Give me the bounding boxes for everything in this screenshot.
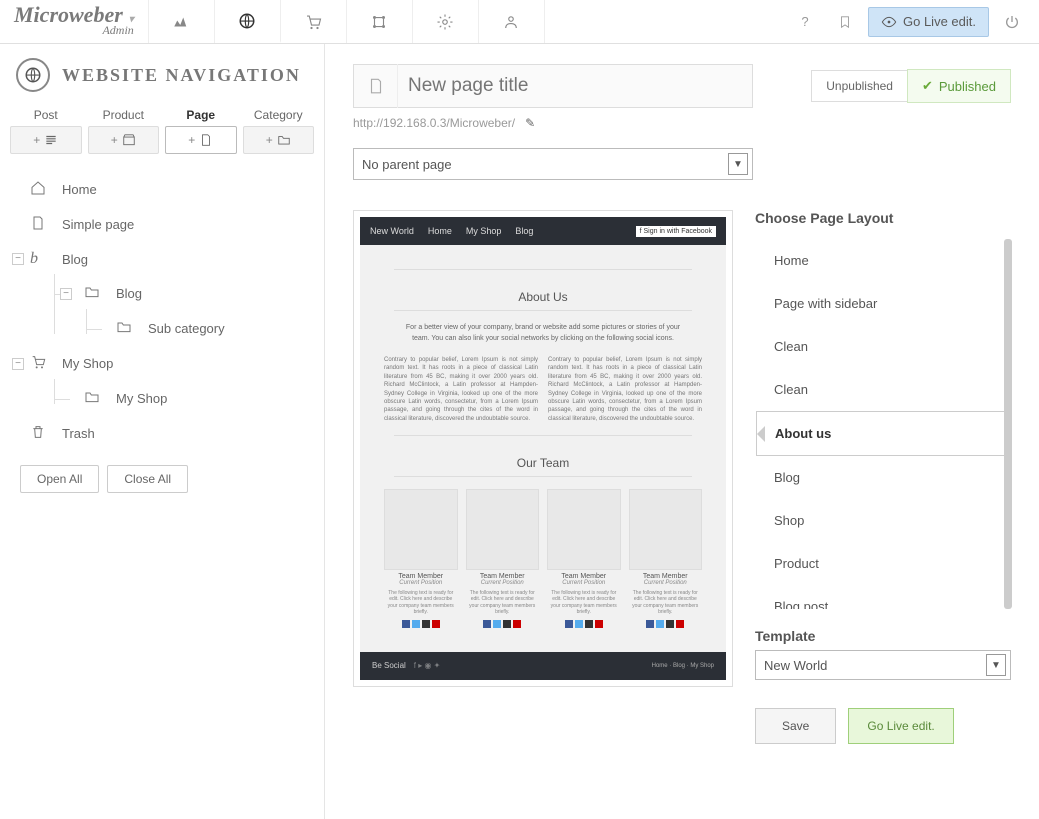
nav-shop[interactable] — [281, 0, 347, 43]
sidebar-title: WEBSITE NAVIGATION — [62, 65, 301, 86]
create-page[interactable]: Page+ — [165, 108, 237, 154]
brand-sub: Admin — [14, 23, 134, 38]
collapse-icon[interactable]: − — [12, 253, 24, 265]
logo[interactable]: Microweber▾ Admin — [0, 0, 149, 43]
preview-header: New World Home My Shop Blog f Sign in wi… — [360, 217, 726, 245]
tree-blog-sub[interactable]: −Blog — [44, 276, 324, 311]
layout-preview: New World Home My Shop Blog f Sign in wi… — [353, 210, 733, 687]
action-row: Save Go Live edit. — [755, 708, 1011, 744]
unpublished-button[interactable]: Unpublished — [811, 70, 908, 102]
template-label: Template — [755, 628, 1011, 644]
create-product[interactable]: Product+ — [88, 108, 160, 154]
check-icon: ✔ — [922, 78, 933, 94]
layout-item[interactable]: Clean — [756, 325, 1010, 368]
create-post[interactable]: Post+ — [10, 108, 82, 154]
preview-footer: Be Social f ▸ ◉ ✦ Home · Blog · My Shop — [360, 652, 726, 680]
collapse-icon[interactable]: − — [60, 288, 72, 300]
title-bar: Unpublished ✔Published — [353, 64, 1011, 108]
scrollbar[interactable] — [1004, 239, 1012, 609]
tree-buttons: Open All Close All — [0, 451, 324, 507]
eye-icon — [881, 14, 897, 30]
globe-icon — [16, 58, 50, 92]
tree-blog[interactable]: −bBlog — [0, 242, 324, 276]
nav-users[interactable] — [479, 0, 545, 43]
save-button[interactable]: Save — [755, 708, 836, 744]
tree-trash[interactable]: Trash — [0, 416, 324, 451]
url-row: http://192.168.0.3/Microweber/ ✎ — [353, 116, 1011, 130]
help-icon[interactable]: ? — [788, 5, 822, 39]
layout-list: HomePage with sidebarCleanCleanAbout usB… — [755, 238, 1011, 610]
template-select[interactable]: New World ▼ — [755, 650, 1011, 680]
tree-myshop[interactable]: −My Shop — [0, 346, 324, 381]
nav-modules[interactable] — [347, 0, 413, 43]
create-category[interactable]: Category+ — [243, 108, 315, 154]
layout-item[interactable]: About us — [756, 411, 1010, 456]
page-icon — [30, 215, 48, 234]
folder-icon — [84, 389, 102, 408]
home-icon — [30, 180, 48, 199]
edit-url-icon[interactable]: ✎ — [525, 116, 535, 130]
folder-icon — [116, 319, 134, 338]
nav-website[interactable] — [215, 0, 281, 43]
tree-subcategory[interactable]: Sub category — [76, 311, 324, 346]
layout-item[interactable]: Product — [756, 542, 1010, 585]
folder-icon — [84, 284, 102, 303]
published-button[interactable]: ✔Published — [907, 69, 1011, 103]
nav-settings[interactable] — [413, 0, 479, 43]
layout-item[interactable]: Shop — [756, 499, 1010, 542]
publish-group: Unpublished ✔Published — [811, 69, 1011, 103]
template-value: New World — [764, 658, 827, 673]
page-icon — [354, 64, 398, 108]
collapse-icon[interactable]: − — [12, 358, 24, 370]
trash-icon — [30, 424, 48, 443]
nav-tree: Home Simple page −bBlog −Blog Sub catego… — [0, 166, 324, 451]
chevron-down-icon: ▼ — [728, 153, 748, 175]
parent-value: No parent page — [362, 157, 452, 172]
page-title-input-wrap — [353, 64, 753, 108]
go-live-label: Go Live edit. — [903, 14, 976, 29]
cart-icon — [30, 354, 48, 373]
layout-item[interactable]: Clean — [756, 368, 1010, 411]
nav-dashboard[interactable] — [149, 0, 215, 43]
open-all-button[interactable]: Open All — [20, 465, 99, 493]
top-right: ? Go Live edit. — [788, 0, 1039, 43]
layout-item[interactable]: Home — [756, 239, 1010, 282]
sidebar-heading: WEBSITE NAVIGATION — [0, 58, 324, 104]
layout-item[interactable]: Blog — [756, 456, 1010, 499]
tree-simple[interactable]: Simple page — [0, 207, 324, 242]
top-nav — [149, 0, 545, 43]
create-row: Post+ Product+ Page+ Category+ — [0, 104, 324, 166]
preview-team-title: Our Team — [374, 456, 712, 470]
close-all-button[interactable]: Close All — [107, 465, 188, 493]
page-title-input[interactable] — [398, 75, 752, 97]
chevron-down-icon: ▼ — [986, 654, 1006, 676]
page-url: http://192.168.0.3/Microweber/ — [353, 116, 515, 130]
content: Unpublished ✔Published http://192.168.0.… — [325, 44, 1039, 819]
parent-select[interactable]: No parent page ▼ — [353, 148, 753, 180]
layout-item[interactable]: Page with sidebar — [756, 282, 1010, 325]
bookmark-icon[interactable] — [828, 5, 862, 39]
right-panel: Choose Page Layout HomePage with sidebar… — [755, 210, 1011, 744]
tree-home[interactable]: Home — [0, 172, 324, 207]
preview-about-title: About Us — [374, 290, 712, 304]
preview-team-member: Team MemberCurrent PositionThe following… — [466, 489, 540, 628]
power-icon[interactable] — [995, 5, 1029, 39]
tree-myshop-sub[interactable]: My Shop — [44, 381, 324, 416]
preview-team-member: Team MemberCurrent PositionThe following… — [629, 489, 703, 628]
preview-team-member: Team MemberCurrent PositionThe following… — [384, 489, 458, 628]
go-live-button[interactable]: Go Live edit. — [848, 708, 953, 744]
layout-item[interactable]: Blog post — [756, 585, 1010, 609]
sidebar: WEBSITE NAVIGATION Post+ Product+ Page+ … — [0, 44, 325, 819]
go-live-top-button[interactable]: Go Live edit. — [868, 7, 989, 37]
layout-heading: Choose Page Layout — [755, 210, 1011, 226]
topbar: Microweber▾ Admin ? Go Live edit. — [0, 0, 1039, 44]
blog-icon: b — [30, 250, 48, 268]
preview-team-member: Team MemberCurrent PositionThe following… — [547, 489, 621, 628]
